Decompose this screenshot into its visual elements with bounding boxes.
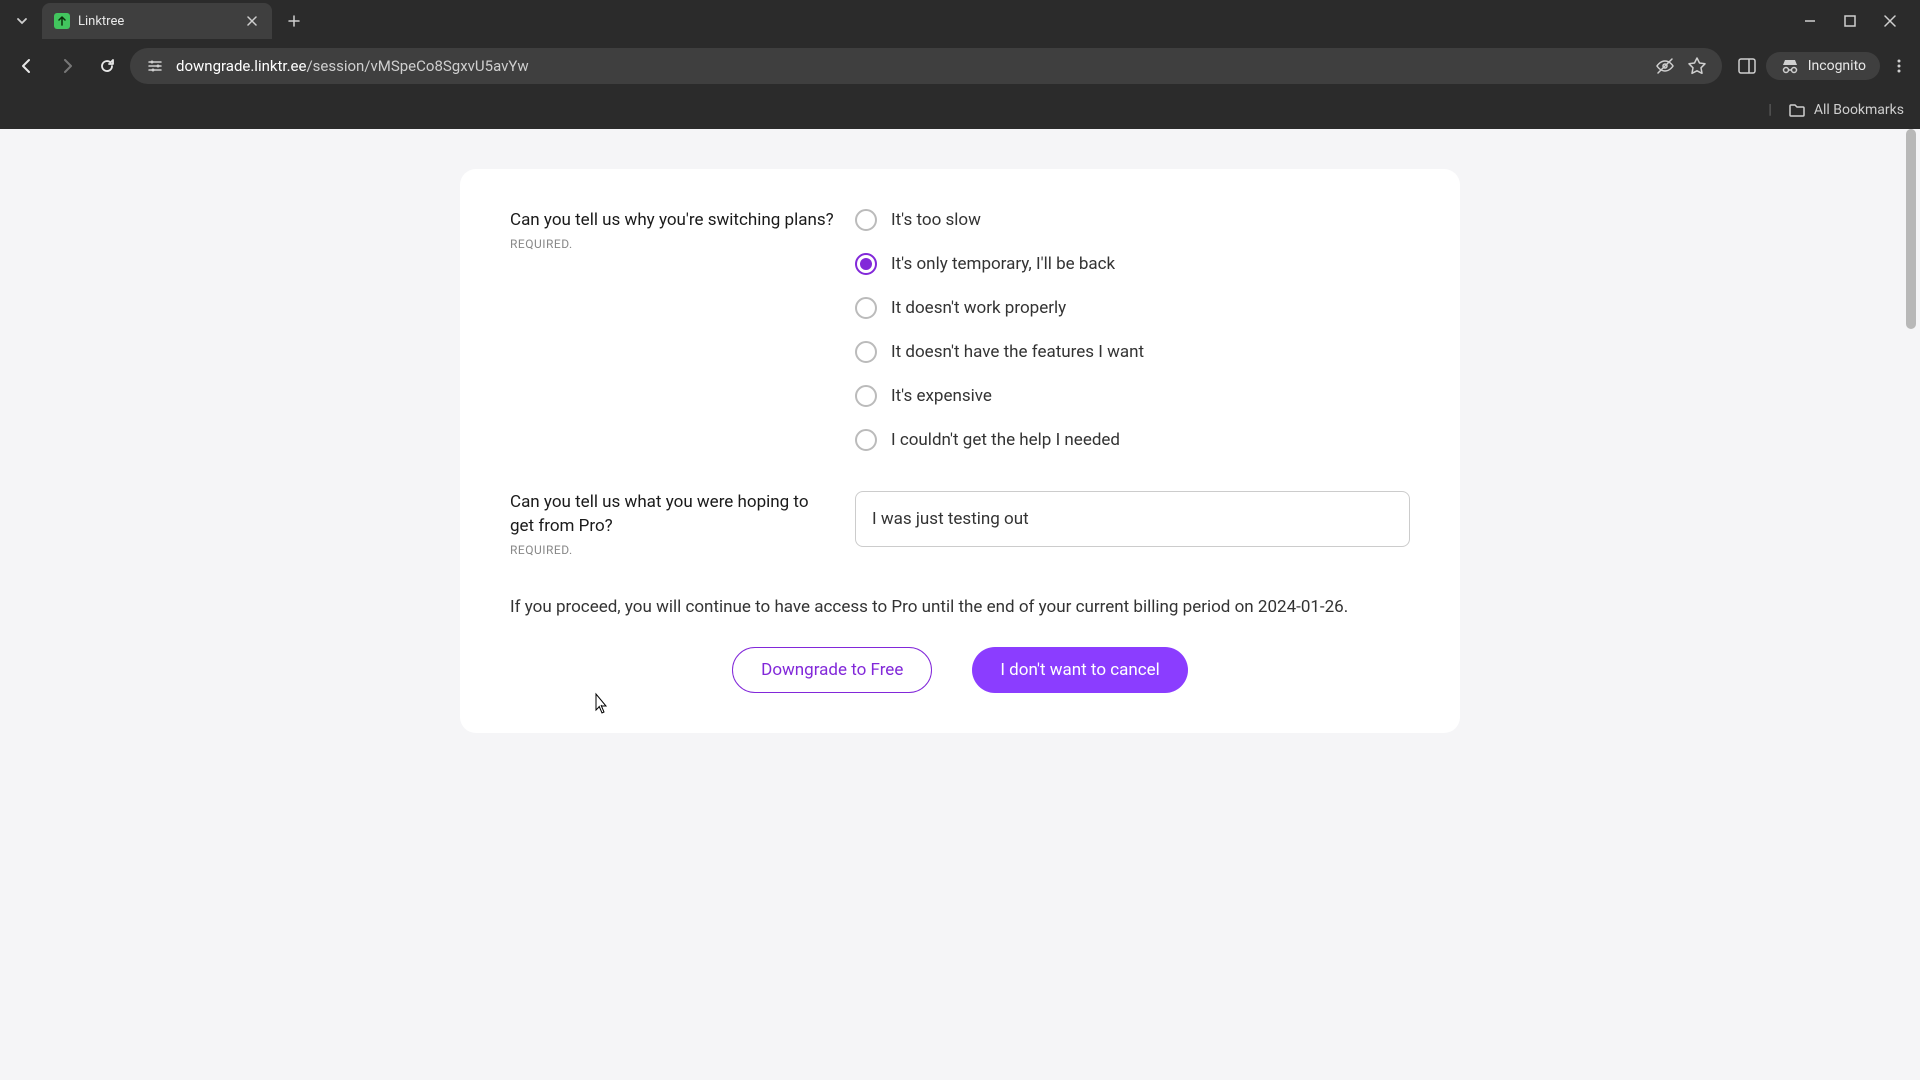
reason-radio-group: It's too slow It's only temporary, I'll b… [855,209,1410,451]
close-window-button[interactable] [1876,7,1904,35]
billing-notice: If you proceed, you will continue to hav… [510,597,1410,617]
tab-bar: Linktree [0,0,1920,42]
forward-button[interactable] [50,49,84,83]
radio-option[interactable]: It's expensive [855,385,1410,407]
scrollbar-track[interactable] [1904,129,1918,1080]
eye-off-icon[interactable] [1654,55,1676,77]
window-controls [1796,7,1920,35]
radio-option[interactable]: It doesn't have the features I want [855,341,1410,363]
required-tag: REQUIRED. [510,543,835,557]
downgrade-form-card: Can you tell us why you're switching pla… [460,169,1460,733]
all-bookmarks-link[interactable]: All Bookmarks [1814,102,1904,118]
menu-icon[interactable] [1888,55,1910,77]
address-bar[interactable]: downgrade.linktr.ee/session/vMSpeCo8Sgxv… [130,48,1722,84]
url-text: downgrade.linktr.ee/session/vMSpeCo8Sgxv… [176,57,1644,75]
radio-circle[interactable] [855,297,877,319]
bookmark-star-icon[interactable] [1686,55,1708,77]
address-bar-row: downgrade.linktr.ee/session/vMSpeCo8Sgxv… [0,42,1920,90]
browser-chrome: Linktree [0,0,1920,129]
right-controls: Incognito [1728,52,1910,80]
required-tag: REQUIRED. [510,237,835,251]
tab-title: Linktree [78,14,236,29]
button-row: Downgrade to Free I don't want to cancel [510,647,1410,693]
bookmarks-bar: | All Bookmarks [0,90,1920,129]
radio-option[interactable]: It's only temporary, I'll be back [855,253,1410,275]
radio-circle[interactable] [855,253,877,275]
radio-label: It's expensive [891,386,992,406]
tabs-dropdown[interactable] [8,7,36,35]
new-tab-button[interactable] [280,7,308,35]
feedback-input[interactable] [855,491,1410,547]
reload-button[interactable] [90,49,124,83]
question-2-row: Can you tell us what you were hoping to … [510,491,1410,557]
tab-favicon [54,13,70,29]
incognito-label: Incognito [1808,58,1866,74]
side-panel-icon[interactable] [1736,55,1758,77]
incognito-chip[interactable]: Incognito [1766,52,1880,80]
site-settings-icon[interactable] [144,55,166,77]
minimize-button[interactable] [1796,7,1824,35]
downgrade-button[interactable]: Downgrade to Free [732,647,932,693]
radio-label: It's too slow [891,210,981,230]
radio-circle[interactable] [855,209,877,231]
radio-circle[interactable] [855,341,877,363]
question-1-row: Can you tell us why you're switching pla… [510,209,1410,451]
radio-dot [860,258,872,270]
radio-label: I couldn't get the help I needed [891,430,1120,450]
radio-option[interactable]: It's too slow [855,209,1410,231]
radio-label: It doesn't work properly [891,298,1066,318]
dont-cancel-button[interactable]: I don't want to cancel [972,647,1187,693]
question-1-label: Can you tell us why you're switching pla… [510,209,835,233]
radio-circle[interactable] [855,429,877,451]
radio-circle[interactable] [855,385,877,407]
scrollbar-thumb[interactable] [1906,129,1916,329]
page-content: Can you tell us why you're switching pla… [0,129,1920,1080]
radio-option[interactable]: I couldn't get the help I needed [855,429,1410,451]
close-icon[interactable] [244,13,260,29]
radio-label: It doesn't have the features I want [891,342,1144,362]
question-2-label: Can you tell us what you were hoping to … [510,491,835,539]
radio-option[interactable]: It doesn't work properly [855,297,1410,319]
radio-label: It's only temporary, I'll be back [891,254,1115,274]
back-button[interactable] [10,49,44,83]
folder-icon [1788,101,1806,119]
browser-tab[interactable]: Linktree [42,3,272,39]
maximize-button[interactable] [1836,7,1864,35]
